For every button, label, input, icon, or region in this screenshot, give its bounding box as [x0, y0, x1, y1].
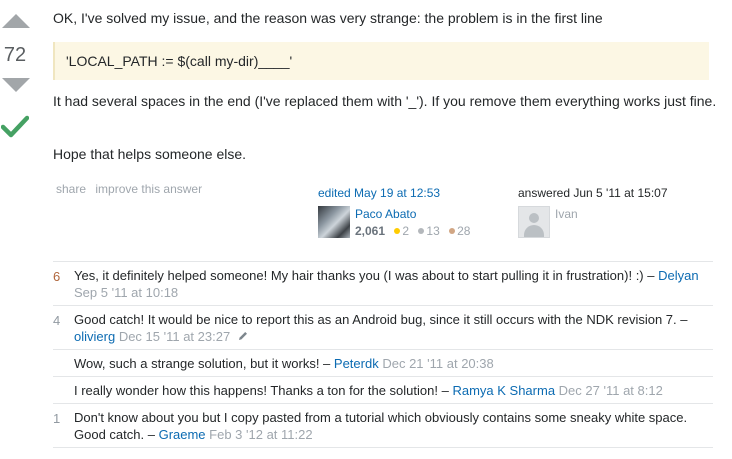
default-avatar-shoulders [524, 225, 544, 237]
edited-time-link[interactable]: edited May 19 at 12:53 [318, 186, 508, 202]
comment-body: Good catch! It would be nice to report t… [74, 306, 713, 349]
post-menu: share improve this answer [56, 182, 208, 196]
default-avatar-icon [529, 213, 539, 223]
avatar[interactable] [518, 206, 550, 238]
accepted-checkmark-icon [1, 115, 29, 138]
comment-date[interactable]: Dec 27 '11 at 8:12 [559, 383, 663, 398]
answer-paragraph: OK, I've solved my issue, and the reason… [53, 10, 603, 26]
answer-paragraph: Hope that helps someone else. [53, 146, 247, 162]
improve-answer-link[interactable]: improve this answer [95, 182, 202, 196]
answered-time: answered Jun 5 '11 at 15:07 [518, 186, 668, 200]
pencil-edit-icon [238, 332, 247, 340]
comment: Wow, such a strange solution, but it wor… [53, 350, 713, 377]
comment-text: I really wonder how this happens! Thanks… [74, 383, 449, 398]
user-name-link[interactable]: Paco Abato [355, 206, 470, 223]
gold-badge-icon [394, 228, 401, 235]
code-block: 'LOCAL_PATH := $(call my-dir)____' [53, 42, 709, 80]
code-text: 'LOCAL_PATH := $(call my-dir)____' [66, 53, 293, 69]
comment-body: Don't know about you but I copy pasted f… [74, 404, 713, 447]
comment-score: 4 [53, 313, 61, 328]
comment-score: 6 [53, 269, 61, 284]
reputation-score: 2,061 [355, 224, 386, 238]
owner-signature: answered Jun 5 '11 at 15:07 Ivan [518, 186, 718, 238]
comment-date[interactable]: Dec 15 '11 at 23:27 [119, 329, 230, 344]
answer-paragraph: It had several spaces in the end (I've r… [53, 93, 717, 109]
bronze-badge-count: 28 [457, 224, 471, 238]
comment-text: Wow, such a strange solution, but it wor… [74, 356, 331, 371]
comment-date[interactable]: Dec 21 '11 at 20:38 [382, 356, 493, 371]
edit-signature: edited May 19 at 12:53 Paco Abato 2,061 … [318, 186, 508, 238]
comment-user-link[interactable]: Delyan [658, 268, 698, 283]
share-link[interactable]: share [56, 182, 86, 196]
comment: 6 Yes, it definitely helped someone! My … [53, 262, 713, 306]
comment-body: I really wonder how this happens! Thanks… [74, 377, 713, 403]
bronze-badge-icon [449, 228, 456, 235]
silver-badge-icon [418, 228, 425, 235]
user-name: Ivan [555, 207, 578, 221]
comment-date[interactable]: Sep 5 '11 at 10:18 [74, 285, 178, 300]
comment-user-link[interactable]: Peterdk [334, 356, 379, 371]
comment-user-link[interactable]: olivierg [74, 329, 115, 344]
comment-score: 1 [53, 411, 61, 426]
silver-badge-count: 13 [426, 224, 440, 238]
comment: 1 Don't know about you but I copy pasted… [53, 404, 713, 448]
user-details: Ivan [555, 206, 578, 223]
comment: I really wonder how this happens! Thanks… [53, 377, 713, 404]
comments-list: 6 Yes, it definitely helped someone! My … [53, 261, 713, 448]
avatar[interactable] [318, 206, 350, 238]
upvote-arrow-icon[interactable] [2, 14, 30, 28]
user-details: Paco Abato 2,061 2 13 28 [355, 206, 470, 240]
comment-date[interactable]: Feb 3 '12 at 11:22 [209, 427, 312, 442]
comment-user-link[interactable]: Graeme [159, 427, 206, 442]
downvote-arrow-icon[interactable] [2, 78, 30, 92]
vote-count: 72 [3, 44, 27, 66]
comment-user-link[interactable]: Ramya K Sharma [452, 383, 555, 398]
comment-text: Yes, it definitely helped someone! My ha… [74, 268, 655, 283]
comment-body: Yes, it definitely helped someone! My ha… [74, 262, 713, 305]
comment-body: Wow, such a strange solution, but it wor… [74, 350, 713, 376]
gold-badge-count: 2 [402, 224, 410, 238]
comment: 4 Good catch! It would be nice to report… [53, 306, 713, 350]
comment-text: Good catch! It would be nice to report t… [74, 312, 688, 327]
